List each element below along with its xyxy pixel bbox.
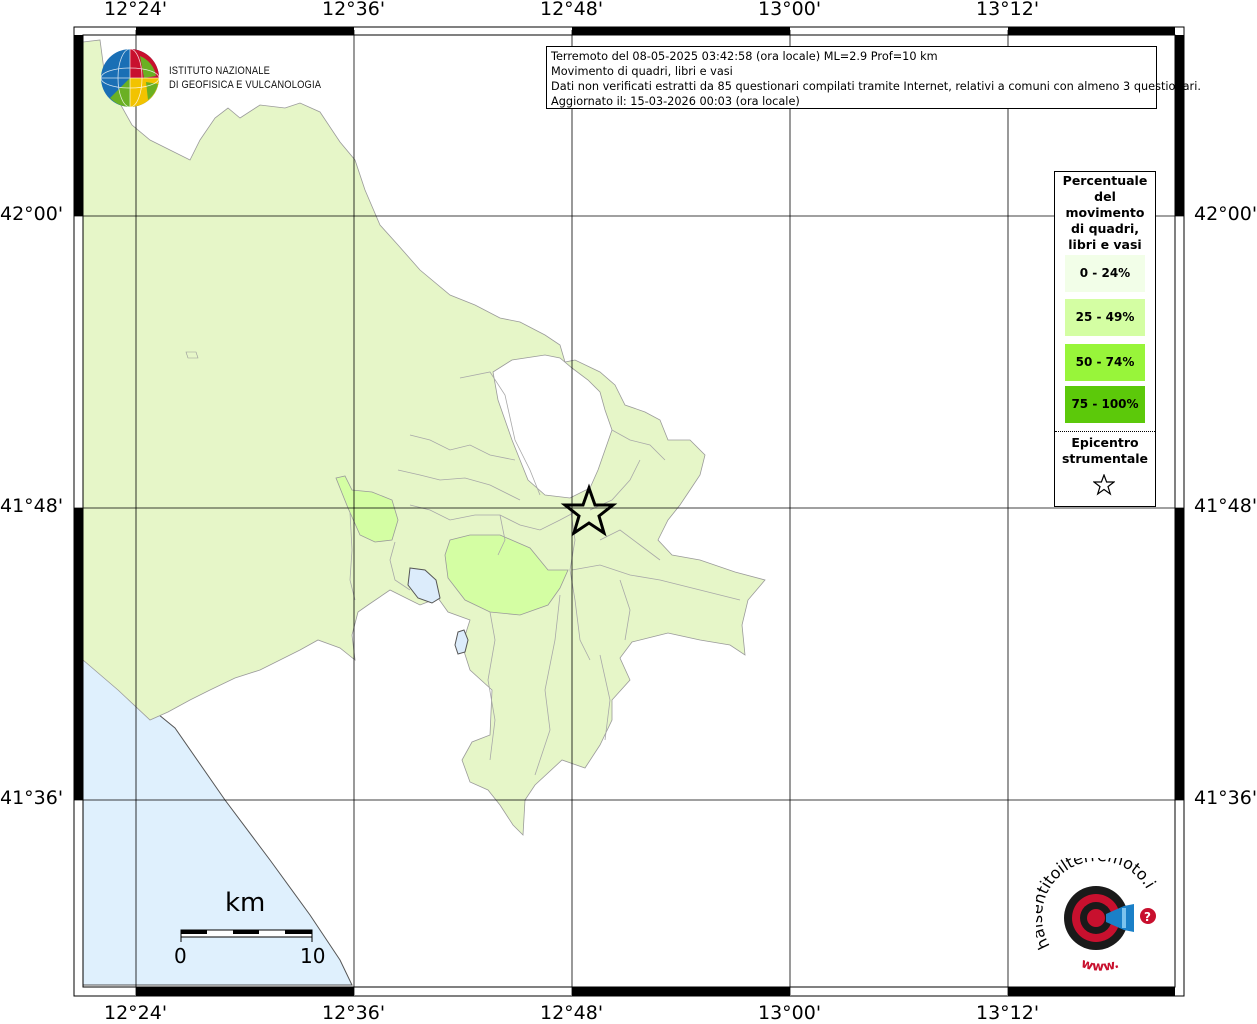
legend-separator (1055, 431, 1155, 432)
scale-end: 10 (300, 944, 326, 968)
lon-tick-bottom-3: 12°48' (540, 1002, 604, 1024)
lon-tick-top-3: 12°48' (540, 0, 604, 20)
hai-logo-www: www. (1079, 956, 1121, 975)
legend-epicenter-label: Epicentro strumentale (1055, 435, 1155, 467)
lat-tick-left-2: 41°48' (0, 495, 64, 517)
event-info-box: Terremoto del 08-05-2025 03:42:58 (ora l… (546, 46, 1201, 109)
legend-title: Percentuale del movimento di quadri, lib… (1055, 173, 1155, 253)
legend-title-line: movimento (1065, 205, 1145, 220)
lon-tick-bottom-1: 12°24' (104, 1002, 168, 1024)
ingv-line-1: ISTITUTO NAZIONALE (169, 65, 271, 77)
land-region-west (82, 39, 766, 836)
updated-line: Aggiornato il: 15-03-2026 00:03 (ora loc… (551, 95, 800, 108)
legend-title-line: libri e vasi (1068, 237, 1142, 252)
lat-tick-right-1: 42°00' (1194, 203, 1257, 225)
lon-tick-bottom-5: 13°12' (976, 1002, 1040, 1024)
parameter-line: Movimento di quadri, libri e vasi (551, 65, 733, 78)
lon-tick-top-2: 12°36' (322, 0, 386, 20)
lon-tick-top-4: 13°00' (758, 0, 822, 20)
lat-tick-right-2: 41°48' (1194, 495, 1257, 517)
ingv-globe-icon (100, 48, 160, 108)
ingv-wordmark: ISTITUTO NAZIONALE DI GEOFISICA E VULCAN… (169, 64, 321, 92)
legend-title-line: del (1094, 189, 1116, 204)
legend-epicenter-line: strumentale (1061, 451, 1149, 466)
lon-tick-top-5: 13°12' (976, 0, 1040, 20)
legend-class-0-24: 0 - 24% (1065, 255, 1145, 292)
svg-text:?: ? (1144, 910, 1151, 924)
lon-tick-top-1: 12°24' (104, 0, 168, 20)
legend-class-75-100: 75 - 100% (1065, 386, 1145, 423)
ingv-line-2: DI GEOFISICA E VULCANOLOGIA (169, 79, 322, 91)
event-line: Terremoto del 08-05-2025 03:42:58 (ora l… (551, 50, 938, 63)
islet (185, 351, 199, 359)
lon-tick-bottom-4: 13°00' (758, 1002, 822, 1024)
scale-unit: km (225, 888, 266, 918)
svg-text:www.: www. (1079, 956, 1121, 975)
legend-class-25-49: 25 - 49% (1065, 299, 1145, 336)
data-note-line: Dati non verificati estratti da 85 quest… (551, 80, 1201, 93)
legend-title-line: Percentuale (1062, 173, 1148, 188)
legend: Percentuale del movimento di quadri, lib… (1054, 171, 1156, 507)
lon-tick-bottom-2: 12°36' (322, 1002, 386, 1024)
scale-start: 0 (174, 944, 187, 968)
legend-title-line: di quadri, (1070, 221, 1139, 236)
star-icon (1093, 474, 1115, 496)
legend-epicenter-line: Epicentro (1071, 435, 1139, 450)
lat-tick-right-3: 41°36' (1194, 787, 1257, 809)
lat-tick-left-1: 42°00' (0, 203, 64, 225)
haisentito-logo-icon: haisentitoilterremoto.it www. ? (1036, 858, 1160, 975)
legend-class-50-74: 50 - 74% (1065, 344, 1145, 381)
lat-tick-left-3: 41°36' (0, 787, 64, 809)
